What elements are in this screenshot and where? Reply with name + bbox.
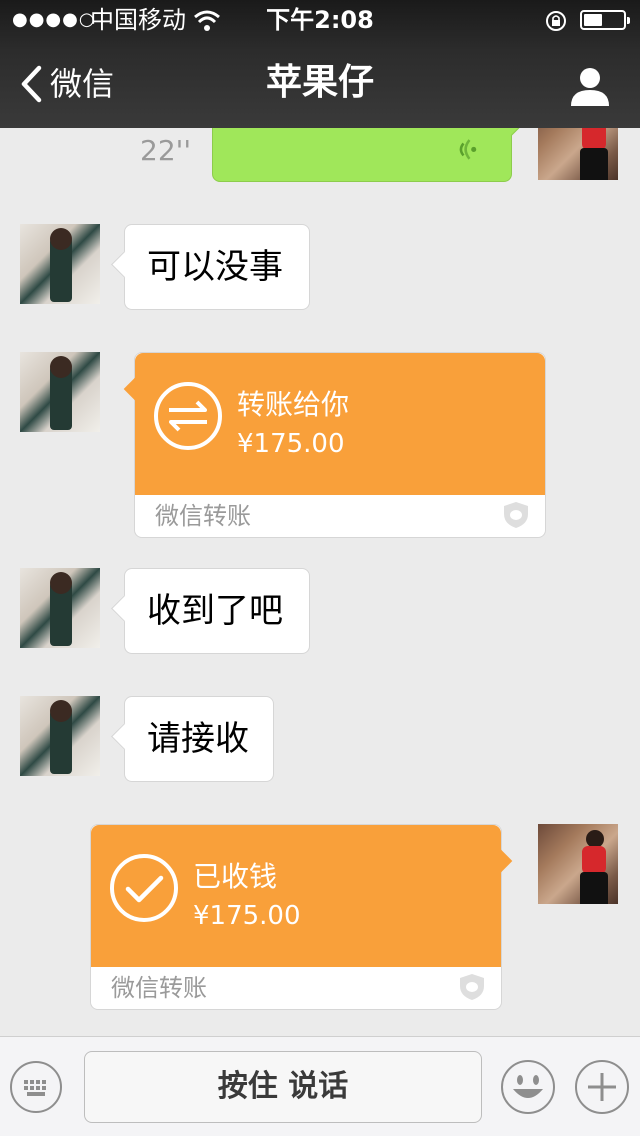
rotation-lock-icon bbox=[546, 11, 566, 31]
chat-area[interactable]: 22'' 可以没事 转账给你 ¥175.00 微信转账 收到了吧 请接收 已收钱… bbox=[0, 128, 640, 1036]
status-bar: ●●●●○ 中国移动 下午2:08 bbox=[0, 0, 640, 40]
voice-message-bubble[interactable] bbox=[212, 128, 525, 182]
my-avatar[interactable] bbox=[538, 128, 618, 180]
message-text: 收到了吧 bbox=[147, 591, 283, 631]
transfer-card[interactable]: 已收钱 ¥175.00 微信转账 bbox=[90, 824, 513, 1010]
nav-bar: 微信 苹果仔 bbox=[0, 40, 640, 128]
keyboard-icon bbox=[24, 1080, 46, 1096]
shield-icon bbox=[504, 502, 528, 528]
back-label: 微信 bbox=[50, 65, 115, 103]
voice-wave-icon bbox=[459, 139, 477, 160]
battery-icon bbox=[580, 10, 630, 30]
transfer-arrows-icon bbox=[154, 382, 222, 450]
checkmark-circle-icon bbox=[110, 854, 178, 922]
text-message-bubble[interactable]: 收到了吧 bbox=[111, 568, 310, 654]
contact-profile-icon[interactable] bbox=[568, 64, 612, 108]
my-avatar[interactable] bbox=[538, 824, 618, 904]
voice-duration: 22'' bbox=[140, 134, 192, 167]
message-text: 请接收 bbox=[147, 719, 249, 759]
contact-avatar[interactable] bbox=[20, 568, 100, 648]
emoji-button[interactable] bbox=[500, 1059, 556, 1115]
text-message-bubble[interactable]: 可以没事 bbox=[111, 224, 310, 310]
transfer-amount: ¥175.00 bbox=[193, 901, 301, 931]
transfer-footer: 微信转账 bbox=[155, 502, 251, 530]
transfer-card[interactable]: 转账给你 ¥175.00 微信转账 bbox=[123, 352, 546, 538]
text-message-bubble[interactable]: 请接收 bbox=[111, 696, 274, 782]
shield-icon bbox=[460, 974, 484, 1000]
chevron-left-icon bbox=[21, 65, 42, 103]
transfer-footer: 微信转账 bbox=[111, 974, 207, 1002]
transfer-amount: ¥175.00 bbox=[237, 429, 345, 459]
contact-avatar[interactable] bbox=[20, 224, 100, 304]
hold-to-talk-button[interactable]: 按住 说话 bbox=[84, 1051, 482, 1123]
contact-avatar[interactable] bbox=[20, 352, 100, 432]
transfer-label: 已收钱 bbox=[193, 860, 278, 893]
back-button[interactable]: 微信 bbox=[18, 40, 114, 128]
transfer-label: 转账给你 bbox=[237, 388, 350, 421]
top-bar: ●●●●○ 中国移动 下午2:08 微信 苹果仔 bbox=[0, 0, 640, 128]
plus-button[interactable] bbox=[574, 1059, 630, 1115]
keyboard-toggle-button[interactable] bbox=[10, 1061, 62, 1113]
message-text: 可以没事 bbox=[147, 247, 283, 287]
input-bar: 按住 说话 bbox=[0, 1036, 640, 1136]
chat-title: 苹果仔 bbox=[265, 62, 374, 103]
contact-avatar[interactable] bbox=[20, 696, 100, 776]
